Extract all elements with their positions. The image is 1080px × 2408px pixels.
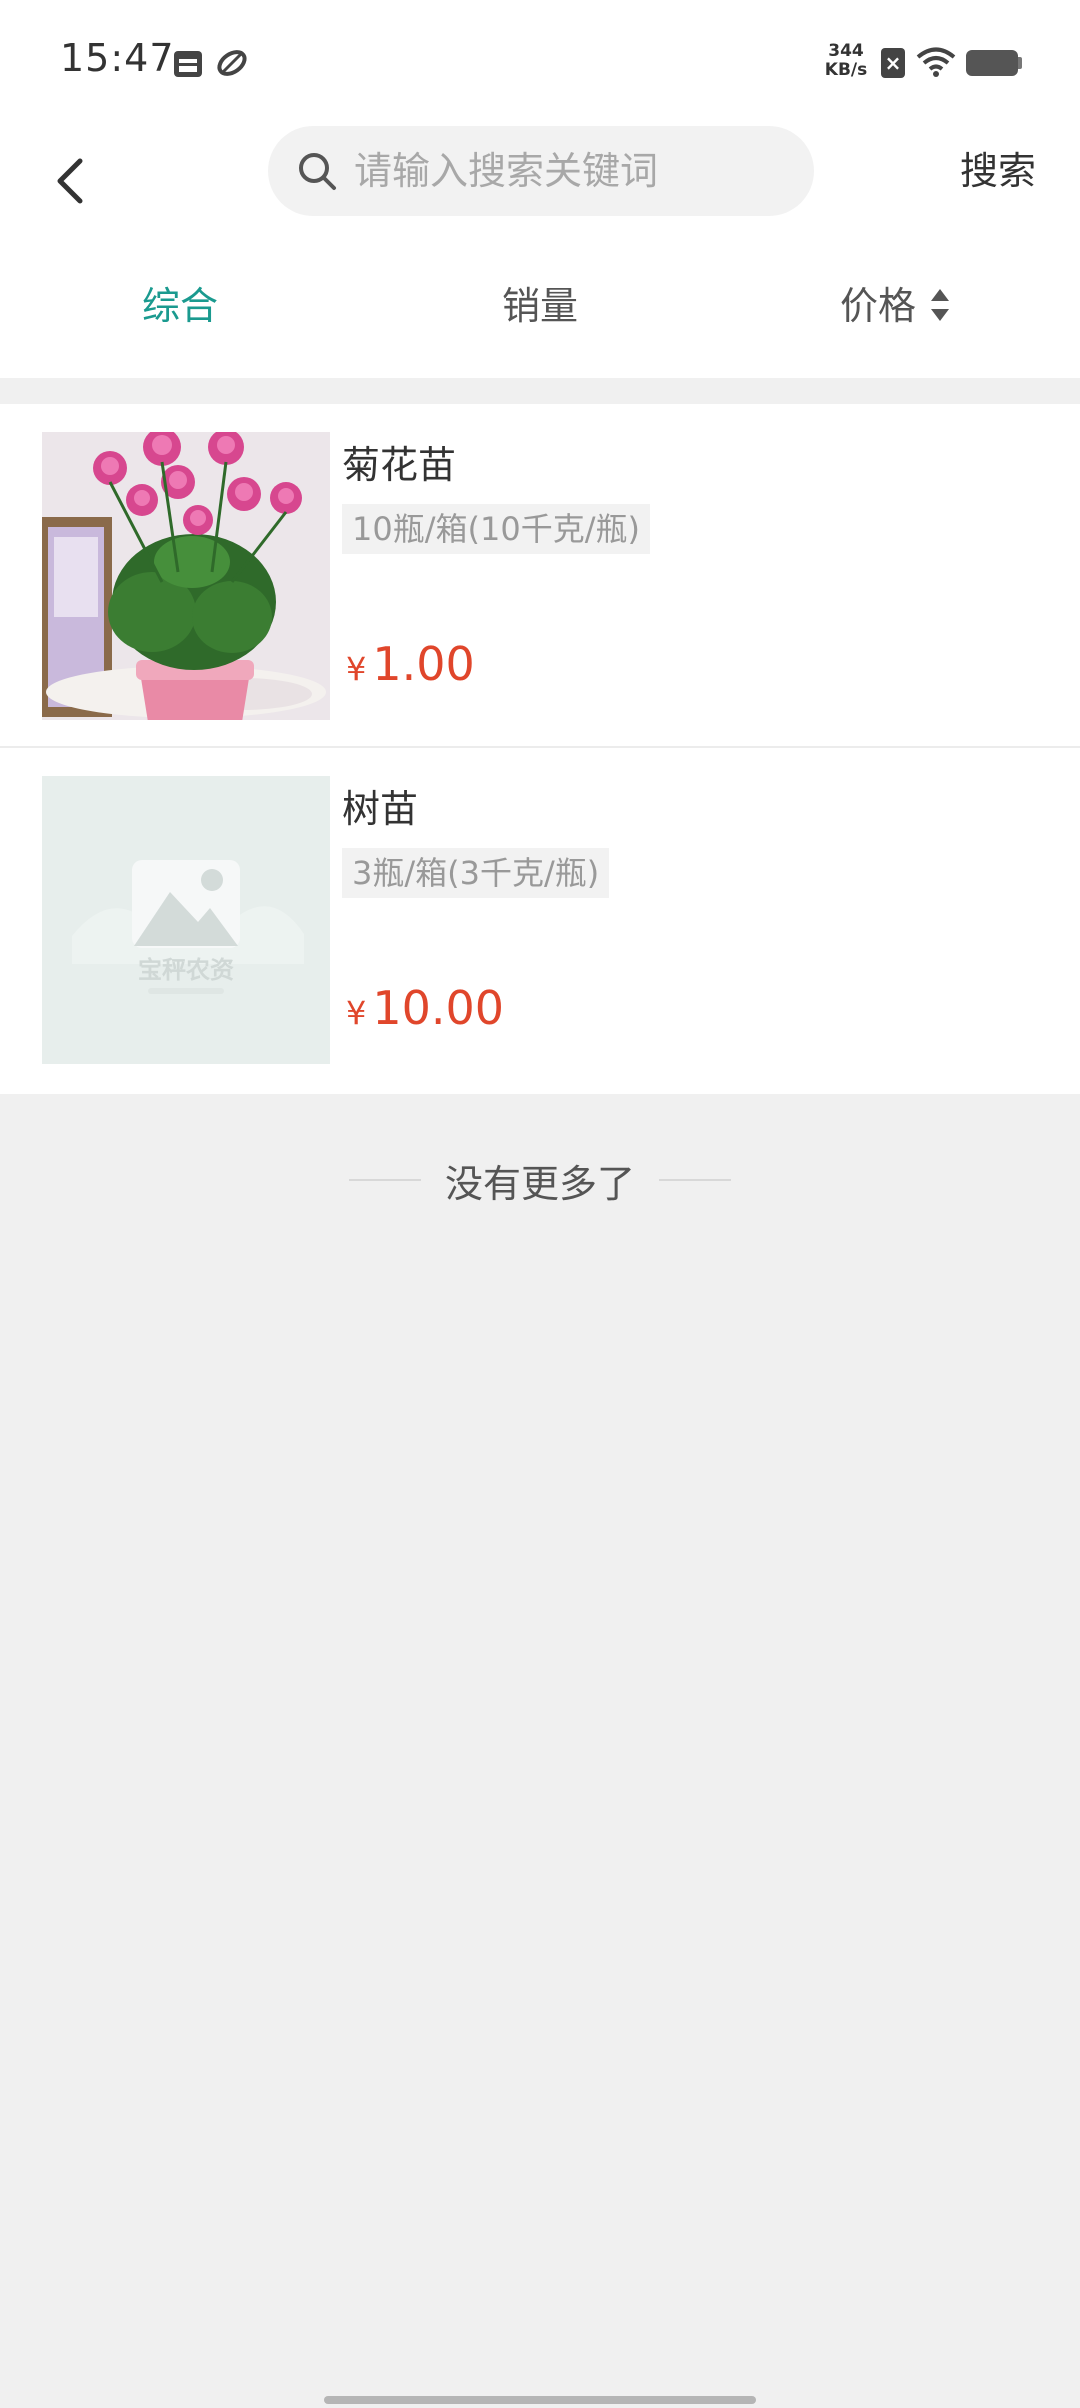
search-box[interactable] bbox=[268, 126, 814, 216]
currency-symbol: ¥ bbox=[346, 650, 367, 688]
battery-cap bbox=[1018, 57, 1022, 69]
product-name: 菊花苗 bbox=[342, 443, 457, 487]
product-price: ¥1.00 bbox=[346, 634, 475, 705]
tab-price[interactable]: 价格 bbox=[840, 276, 950, 336]
status-time: 15:47 bbox=[60, 36, 175, 80]
currency-symbol: ¥ bbox=[346, 994, 367, 1032]
product-spec: 3瓶/箱(3千克/瓶) bbox=[342, 848, 610, 898]
sort-tabs: 综合 销量 价格 bbox=[0, 252, 1080, 364]
search-header: 搜索 bbox=[0, 126, 1080, 238]
product-price: ¥10.00 bbox=[346, 978, 504, 1049]
battery-icon bbox=[966, 50, 1018, 76]
product-list: 菊花苗 10瓶/箱(10千克/瓶) ¥1.00 宝秤农资 树苗 3瓶/箱(3千克… bbox=[0, 404, 1080, 1094]
no-more-text: 没有更多了 bbox=[444, 1161, 635, 1206]
placeholder-brand-text: 宝秤农资 bbox=[138, 956, 234, 984]
sort-updown-icon bbox=[931, 288, 950, 321]
sim-blocked-icon: × bbox=[881, 48, 905, 78]
sync-icon bbox=[217, 50, 247, 76]
product-item[interactable]: 菊花苗 10瓶/箱(10千克/瓶) ¥1.00 bbox=[0, 404, 1080, 748]
price-value: 10.00 bbox=[372, 981, 505, 1035]
tab-price-label: 价格 bbox=[840, 284, 917, 328]
no-more-indicator: 没有更多了 bbox=[0, 1150, 1080, 1210]
calendar-icon bbox=[174, 51, 202, 77]
divider-right bbox=[659, 1179, 731, 1181]
divider-left bbox=[348, 1179, 421, 1181]
product-name: 树苗 bbox=[342, 787, 419, 831]
home-indicator[interactable] bbox=[324, 2396, 756, 2404]
network-speed: 344 KB/s bbox=[824, 41, 868, 80]
chevron-left-icon bbox=[57, 158, 83, 204]
search-input[interactable] bbox=[354, 149, 794, 193]
product-item[interactable]: 宝秤农资 树苗 3瓶/箱(3千克/瓶) ¥10.00 bbox=[0, 748, 1080, 1094]
status-bar: 15:47 344 KB/s × bbox=[0, 0, 1080, 126]
search-icon bbox=[299, 153, 336, 190]
chrysanthemum-photo bbox=[42, 432, 330, 720]
price-value: 1.00 bbox=[372, 637, 475, 691]
search-button[interactable]: 搜索 bbox=[960, 146, 1036, 196]
placeholder-image: 宝秤农资 bbox=[42, 776, 330, 1064]
back-button[interactable] bbox=[46, 146, 94, 216]
product-spec: 10瓶/箱(10千克/瓶) bbox=[342, 504, 650, 554]
wifi-icon bbox=[916, 47, 956, 77]
tab-comprehensive[interactable]: 综合 bbox=[142, 276, 218, 336]
tab-sales[interactable]: 销量 bbox=[502, 276, 578, 336]
